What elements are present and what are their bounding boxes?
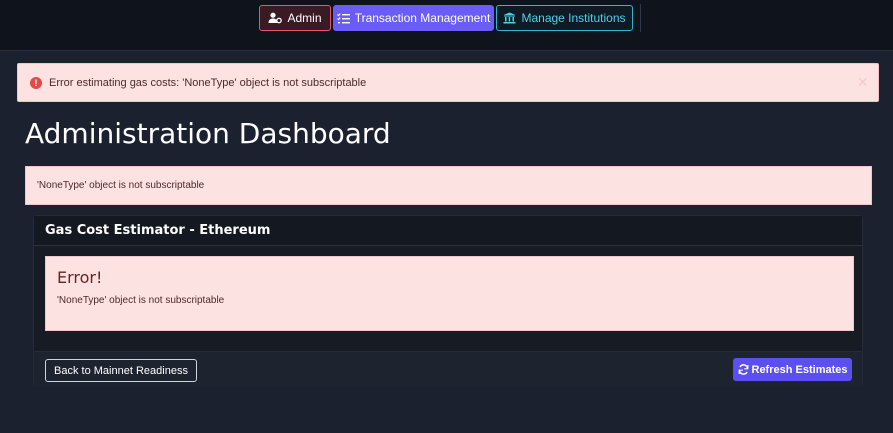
- admin-label: Admin: [287, 11, 322, 25]
- refresh-estimates-label: Refresh Estimates: [751, 363, 848, 376]
- gas-cost-estimator-card: Gas Cost Estimator - Ethereum Error! 'No…: [33, 215, 863, 386]
- user-cog-icon: [268, 12, 283, 24]
- card-header: Gas Cost Estimator - Ethereum: [34, 216, 862, 246]
- refresh-estimates-button[interactable]: Refresh Estimates: [733, 358, 852, 381]
- manage-institutions-label: Manage Institutions: [521, 11, 626, 25]
- transaction-management-label: Transaction Management: [354, 11, 491, 25]
- dashboard-error-alert: 'NoneType' object is not subscriptable: [25, 166, 872, 205]
- page-title: Administration Dashboard: [25, 117, 391, 150]
- transaction-management-button[interactable]: Transaction Management: [333, 5, 494, 31]
- gas-estimate-error-alert: ! Error estimating gas costs: 'NoneType'…: [17, 63, 879, 102]
- refresh-icon: [738, 364, 749, 375]
- card-footer: Back to Mainnet Readiness Refresh Estima…: [34, 351, 862, 386]
- gas-estimate-error-message: Error estimating gas costs: 'NoneType' o…: [49, 76, 367, 89]
- list-check-icon: [336, 12, 350, 24]
- estimator-error-box: Error! 'NoneType' object is not subscrip…: [45, 256, 854, 331]
- manage-institutions-button[interactable]: Manage Institutions: [496, 5, 633, 31]
- nav-divider: [640, 4, 641, 32]
- top-navbar: Admin Transaction Management Manage Inst…: [0, 0, 893, 51]
- admin-button[interactable]: Admin: [259, 5, 331, 31]
- estimator-error-title: Error!: [57, 268, 103, 287]
- dashboard-error-message: 'NoneType' object is not subscriptable: [37, 180, 205, 191]
- bank-icon: [503, 12, 516, 24]
- error-circle-icon: !: [30, 76, 42, 89]
- close-icon[interactable]: ×: [857, 73, 868, 91]
- back-to-mainnet-readiness-button[interactable]: Back to Mainnet Readiness: [45, 359, 197, 382]
- estimator-error-message: 'NoneType' object is not subscriptable: [57, 295, 225, 306]
